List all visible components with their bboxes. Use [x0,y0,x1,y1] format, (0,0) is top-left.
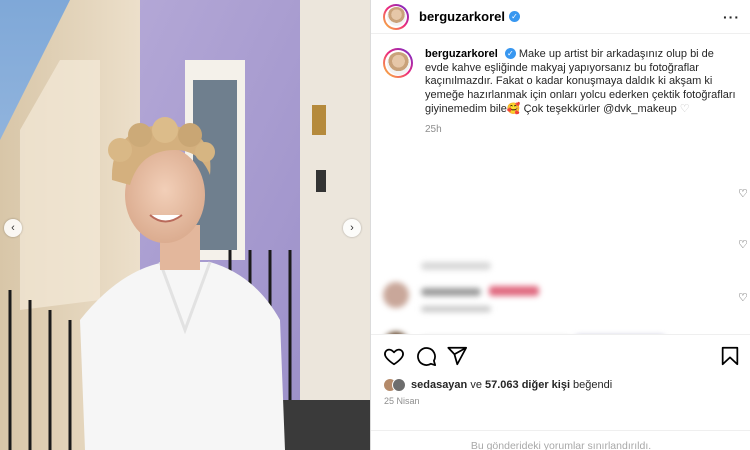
heart-icon[interactable] [383,345,405,367]
next-photo-button[interactable]: › [343,219,361,237]
post-photo-image [0,0,370,450]
caption-avatar[interactable] [383,48,413,78]
caption-username[interactable]: berguzarkorel [425,48,498,60]
likes-count-link[interactable]: 57.063 diğer kişi [485,379,570,391]
list-item [383,282,743,322]
comment-like-icon[interactable]: ♡ [738,238,748,251]
comments-section[interactable]: berguzarkorel ✓ Make up artist bir arkad… [371,34,750,334]
likes-summary: sedasayan ve 57.063 diğer kişi beğendi [383,378,612,392]
post-side-panel: berguzarkorel ✓ ··· berguzarkorel ✓ Make… [370,0,750,450]
post-username[interactable]: berguzarkorel [419,9,505,24]
comments-limited-notice: Bu gönderideki yorumlar sınırlandırıldı. [371,430,750,450]
more-options-icon[interactable]: ··· [723,9,740,25]
caption-time: 25h [425,123,442,135]
likes-connector: ve [467,379,485,391]
post-header: berguzarkorel ✓ ··· [371,0,750,34]
avatar[interactable] [383,3,409,30]
caption-like-icon[interactable]: ♡ [680,103,690,115]
comment-like-icon[interactable]: ♡ [738,187,748,200]
likes-suffix: beğendi [570,379,613,391]
post-date: 25 Nisan [384,396,420,406]
post-photo[interactable]: ‹ › [0,0,370,450]
send-icon[interactable] [446,345,468,367]
liker-avatar[interactable] [392,378,406,392]
liker-username[interactable]: sedasayan [411,379,467,391]
post-actions: sedasayan ve 57.063 diğer kişi beğendi 2… [371,334,750,450]
caption: berguzarkorel ✓ Make up artist bir arkad… [371,34,750,136]
previous-photo-button[interactable]: ‹ [4,219,22,237]
verified-badge-icon: ✓ [504,48,516,59]
comment-icon[interactable] [415,345,437,367]
verified-badge-icon: ✓ [508,11,520,22]
comment-like-icon[interactable]: ♡ [738,291,748,304]
bookmark-icon[interactable] [719,345,741,367]
